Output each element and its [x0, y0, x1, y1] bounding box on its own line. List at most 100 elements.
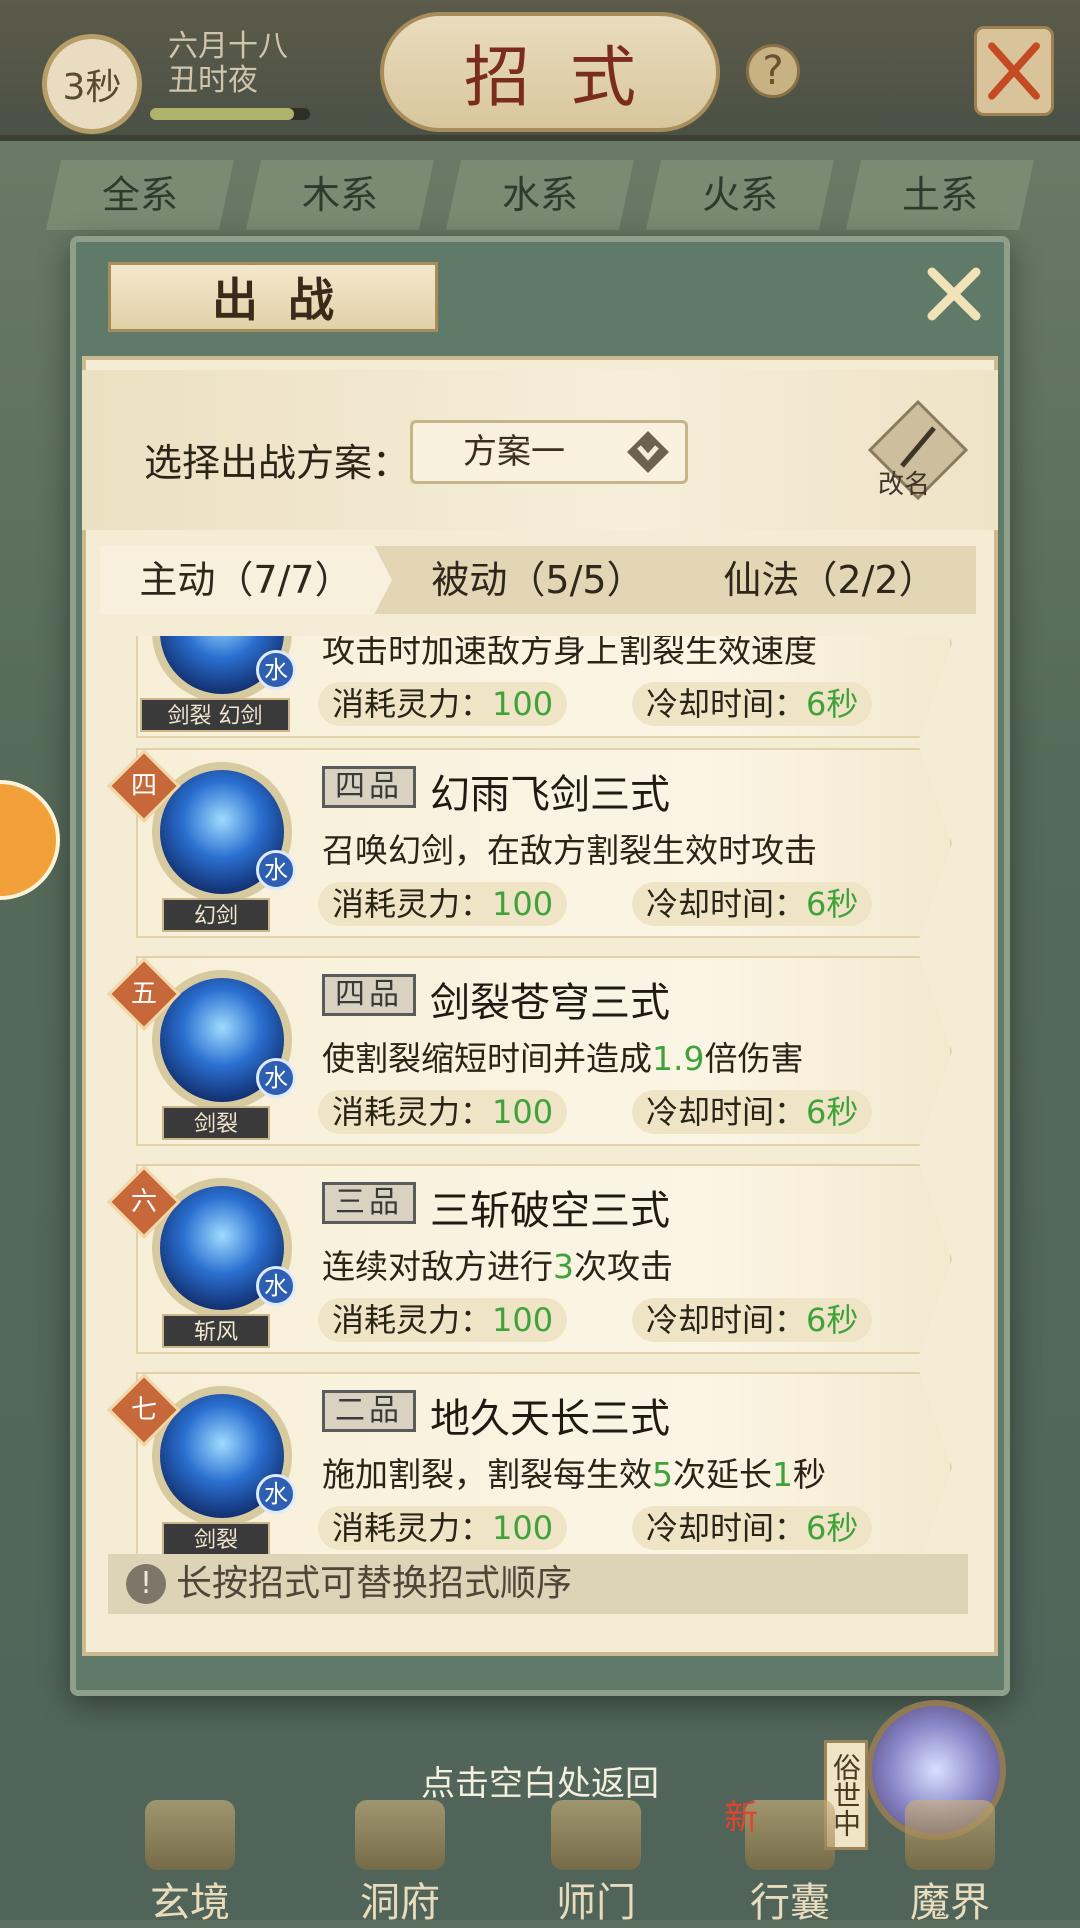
- skill-tab-0[interactable]: 主动（7/7）: [100, 546, 392, 614]
- nav-label: 魔界: [910, 1880, 990, 1926]
- cooldown-value: 6秒: [806, 685, 859, 723]
- skill-tag: 剑裂: [162, 1522, 270, 1556]
- close-icon: [927, 267, 981, 321]
- element-tab-1[interactable]: 木系: [246, 160, 434, 230]
- nav-label: 师门: [556, 1880, 636, 1926]
- cost-label: 消耗灵力：: [332, 1301, 493, 1339]
- cost-value: 100: [492, 1509, 554, 1547]
- cost-label: 消耗灵力：: [332, 885, 493, 923]
- modal-close-button[interactable]: [922, 262, 986, 326]
- element-tab-3[interactable]: 火系: [646, 160, 834, 230]
- cooldown-label: 冷却时间：: [646, 1301, 807, 1339]
- water-element-icon: 水: [256, 650, 296, 690]
- highlight-number: 3: [553, 1247, 574, 1286]
- nav-3[interactable]: 行囊 新: [720, 1798, 860, 1926]
- tip-text: 长按招式可替换招式顺序: [176, 1563, 573, 1604]
- slot-number: 六: [130, 1187, 157, 1217]
- cave-icon: [355, 1800, 445, 1870]
- skill-name: 三斩破空三式: [430, 1188, 670, 1234]
- skill-name: 剑裂苍穹三式: [430, 980, 670, 1026]
- time-progress-fill: [150, 108, 294, 120]
- timer-text: 3秒: [62, 67, 122, 108]
- cooldown-value: 6秒: [806, 1301, 859, 1339]
- grade-badge: 四品: [322, 974, 416, 1016]
- cost-value: 100: [492, 885, 554, 923]
- nav-label: 玄境: [150, 1880, 230, 1926]
- desc-text: 倍伤害: [704, 1039, 804, 1078]
- water-element-icon: 水: [256, 850, 296, 890]
- cooldown-label: 冷却时间：: [646, 1093, 807, 1131]
- highlight-number: 5: [652, 1455, 673, 1494]
- skill-description: 攻击时加速敌方身上割裂生效速度: [322, 636, 817, 670]
- rename-label: 改名: [878, 470, 931, 500]
- modal-title: 出战: [108, 262, 438, 332]
- help-icon[interactable]: ?: [746, 44, 800, 98]
- mana-cost: 消耗灵力：100: [318, 1506, 568, 1550]
- skill-name: 地久天长三式: [430, 1396, 670, 1442]
- scheme-dropdown[interactable]: 方案一: [410, 420, 688, 484]
- reorder-tip: ! 长按招式可替换招式顺序: [108, 1554, 968, 1614]
- time-progress-bar: [150, 108, 310, 120]
- mana-cost: 消耗灵力：100: [318, 682, 568, 726]
- cost-value: 100: [492, 1301, 554, 1339]
- skill-tab-2[interactable]: 仙法（2/2）: [684, 546, 976, 614]
- crossed-swords-icon: [988, 42, 1040, 100]
- game-date: 六月十八 丑时夜: [168, 30, 288, 98]
- skill-tag: 剑裂 幻剑: [140, 698, 290, 732]
- slot-number: 五: [130, 979, 157, 1009]
- top-bar: 3秒 六月十八 丑时夜 招式 ?: [0, 0, 1080, 141]
- water-element-icon: 水: [256, 1058, 296, 1098]
- skill-tab-1[interactable]: 被动（5/5）: [392, 546, 684, 614]
- cooldown: 冷却时间：6秒: [632, 1506, 873, 1550]
- skill-type-tabs: 主动（7/7） 被动（5/5） 仙法（2/2）: [100, 546, 976, 614]
- element-tab-2[interactable]: 水系: [446, 160, 634, 230]
- mana-cost: 消耗灵力：100: [318, 1298, 568, 1342]
- desc-text: 秒: [793, 1455, 826, 1494]
- warning-icon: !: [126, 1564, 166, 1604]
- cooldown: 冷却时间：6秒: [632, 682, 873, 726]
- element-tab-4[interactable]: 土系: [846, 160, 1034, 230]
- element-tab-0[interactable]: 全系: [46, 160, 234, 230]
- cooldown-value: 6秒: [806, 885, 859, 923]
- skill-name: 幻雨飞剑三式: [430, 772, 670, 818]
- bottom-nav: 玄境 洞府 师门 行囊 新魔界: [0, 1798, 1080, 1926]
- nav-1[interactable]: 洞府: [330, 1800, 470, 1926]
- cost-label: 消耗灵力：: [332, 1093, 493, 1131]
- cooldown-value: 6秒: [806, 1509, 859, 1547]
- skill-description: 召唤幻剑，在敌方割裂生效时攻击: [322, 831, 817, 870]
- rename-button[interactable]: 改名: [867, 399, 969, 501]
- desc-text: 次延长: [673, 1455, 772, 1494]
- close-page-button[interactable]: [974, 26, 1054, 116]
- cooldown: 冷却时间：6秒: [632, 1090, 873, 1134]
- skill-list[interactable]: 水剑裂 幻剑 攻击时加速敌方身上割裂生效速度 消耗灵力：100 冷却时间：6秒水幻剑四…: [100, 636, 976, 1558]
- scheme-selected-value: 方案一: [463, 432, 565, 472]
- skill-tag: 剑裂: [162, 1106, 270, 1140]
- scheme-label: 选择出战方案：: [144, 441, 411, 485]
- nav-0[interactable]: 玄境: [120, 1800, 260, 1926]
- nav-label: 洞府: [360, 1880, 440, 1926]
- water-element-icon: 水: [256, 1474, 296, 1514]
- desc-text: 次攻击: [574, 1247, 673, 1286]
- water-element-icon: 水: [256, 1266, 296, 1306]
- skill-description: 使割裂缩短时间并造成1.9倍伤害: [322, 1032, 803, 1080]
- cooldown-label: 冷却时间：: [646, 685, 807, 723]
- skill-description: 连续对敌方进行3次攻击: [322, 1240, 673, 1288]
- date-line2: 丑时夜: [168, 63, 258, 98]
- slot-number: 七: [130, 1395, 157, 1425]
- demon-icon: [905, 1800, 995, 1870]
- bag-icon: [745, 1800, 835, 1870]
- cooldown: 冷却时间：6秒: [632, 1298, 873, 1342]
- timer-badge: 3秒: [42, 34, 142, 134]
- desc-text: 施加割裂，割裂每生效: [322, 1455, 652, 1494]
- sect-icon: [551, 1800, 641, 1870]
- cooldown: 冷却时间：6秒: [632, 882, 873, 926]
- element-tabs: 全系 木系 水系 火系 土系: [40, 160, 1040, 230]
- cost-value: 100: [492, 685, 554, 723]
- highlight-number: 1: [772, 1455, 793, 1494]
- page-title: 招式: [380, 12, 720, 132]
- nav-4[interactable]: 魔界: [880, 1800, 1020, 1926]
- nav-2[interactable]: 师门: [526, 1800, 666, 1926]
- skill-description: 施加割裂，割裂每生效5次延长1秒: [322, 1448, 826, 1496]
- chevron-down-icon: [627, 431, 669, 473]
- cost-label: 消耗灵力：: [332, 685, 493, 723]
